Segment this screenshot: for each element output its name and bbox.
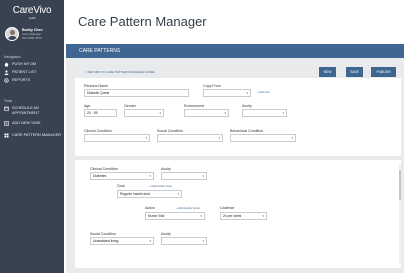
chevron-down-icon: ▾ <box>202 239 204 243</box>
copy-from-label: Copy From <box>203 84 221 88</box>
chevron-down-icon: ▾ <box>282 111 284 115</box>
nav-label: CARE PATTERN MANAGER <box>12 133 62 137</box>
chevron-down-icon: ▾ <box>145 136 147 140</box>
nav-label: REPORTS <box>12 78 31 82</box>
publish-button[interactable]: PUBLISH <box>371 67 396 77</box>
chevron-down-icon: ▾ <box>224 111 226 115</box>
logo-text: CareVivo <box>12 5 52 16</box>
pattern-social-label: Social Condition <box>90 232 116 236</box>
action-value: Nurse Visit <box>148 214 165 218</box>
behavioral-condition-label: Behavioral Condition <box>230 129 264 133</box>
nav-item-care-pattern-manager[interactable]: CARE PATTERN MANAGER <box>4 133 62 138</box>
chevron-down-icon: ▾ <box>159 111 161 115</box>
panel-title: CARE PATTERNS <box>79 48 121 54</box>
add-goal-link[interactable]: + Add Another Goal <box>149 185 172 188</box>
calendar-icon <box>4 106 9 111</box>
chevron-down-icon: ▾ <box>262 214 264 218</box>
chevron-down-icon: ▾ <box>200 214 202 218</box>
environment-label: Environment <box>184 104 205 108</box>
nav-label: PUSH MY DM <box>12 62 37 66</box>
pattern-acuity-select[interactable]: ▾ <box>161 172 207 180</box>
user-id: ID# 2385 4570 <box>22 36 42 40</box>
pattern-acuity2-select[interactable]: ▾ <box>161 237 207 245</box>
panel-header: CARE PATTERNS <box>66 44 404 58</box>
age-input[interactable]: 20 - 55 <box>84 109 117 117</box>
return-home-link[interactable]: < RETURN TO CARE PATTERN MANAGER HOME <box>85 70 154 74</box>
nav-heading: Navigation <box>4 55 21 59</box>
user-profile[interactable]: Bobby Chen Care Manager ID# 2385 4570 <box>5 27 61 43</box>
scrollbar-thumb[interactable] <box>399 170 401 200</box>
nav-item-reports[interactable]: REPORTS <box>4 78 62 83</box>
cadence-value: 2x per week <box>223 214 242 218</box>
pattern-acuity2-label: Acuity <box>161 232 171 236</box>
chevron-down-icon: ▾ <box>218 136 220 140</box>
cadence-select[interactable]: 2x per week ▾ <box>220 212 267 220</box>
persona-name-label: Persona Name <box>84 84 108 88</box>
pattern-social-select[interactable]: Unassisted living ▾ <box>90 237 154 245</box>
action-select[interactable]: Nurse Visit ▾ <box>145 212 205 220</box>
clinical-condition-select[interactable]: ▾ <box>84 134 150 142</box>
tools-heading: Tools <box>4 99 13 103</box>
nav-label: SCHEDULE AN APPOINTMENT <box>12 106 40 115</box>
goal-label: Goal <box>117 184 125 188</box>
page-title: Care Pattern Manager <box>78 14 207 29</box>
acuity-select[interactable]: ▾ <box>242 109 287 117</box>
gender-label: Gender <box>124 104 136 108</box>
pattern-social-value: Unassisted living <box>93 239 119 243</box>
behavioral-condition-select[interactable]: ▾ <box>230 134 296 142</box>
chevron-down-icon: ▾ <box>246 91 248 95</box>
nav-item-patient-list[interactable]: PATIENT LIST <box>4 70 62 75</box>
new-button[interactable]: NEW <box>319 67 336 77</box>
goal-select[interactable]: Regular Insulin shot ▾ <box>117 190 182 198</box>
pattern-clinical-label: Clinical Condition <box>90 167 118 171</box>
social-condition-select[interactable]: ▾ <box>157 134 223 142</box>
cadence-label: Cadence <box>220 206 235 210</box>
environment-select[interactable]: ▾ <box>184 109 229 117</box>
clinical-condition-label: Clinical Condition <box>84 129 112 133</box>
nav-label: ADD NEW TASK <box>12 121 41 125</box>
age-label: Age <box>84 104 91 108</box>
gear-icon <box>4 78 9 83</box>
avatar <box>5 27 19 41</box>
task-icon <box>4 121 9 126</box>
nav-item-schedule-appointment[interactable]: SCHEDULE AN APPOINTMENT <box>4 106 62 115</box>
acuity-label: Acuity <box>242 104 252 108</box>
app-logo[interactable]: CareVivo Health <box>0 5 64 21</box>
add-action-link[interactable]: + Add Another Action <box>176 207 200 210</box>
chevron-down-icon: ▾ <box>149 239 151 243</box>
social-condition-label: Social Condition <box>157 129 183 133</box>
grid-icon <box>4 133 9 138</box>
goal-value: Regular Insulin shot <box>120 192 150 196</box>
home-icon <box>4 62 9 67</box>
gender-select[interactable]: ▾ <box>124 109 164 117</box>
chevron-down-icon: ▾ <box>202 174 204 178</box>
save-button[interactable]: SAVE <box>346 67 363 77</box>
action-label: Action <box>145 206 155 210</box>
nav-label: PATIENT LIST <box>12 70 37 74</box>
chevron-down-icon: ▾ <box>149 174 151 178</box>
pattern-clinical-select[interactable]: Diabetes ▾ <box>90 172 154 180</box>
persona-name-input[interactable]: Diabetic Quest <box>84 89 189 97</box>
user-list-icon <box>4 70 9 75</box>
pattern-clinical-value: Diabetes <box>93 174 107 178</box>
chevron-down-icon: ▾ <box>177 192 179 196</box>
load-note-link[interactable]: Load note <box>258 91 270 94</box>
nav-item-push-my-dm[interactable]: PUSH MY DM <box>4 62 62 67</box>
logo-tagline: Health <box>28 16 36 20</box>
nav-item-add-new-task[interactable]: ADD NEW TASK <box>4 121 62 126</box>
sidebar: CareVivo Health Bobby Chen Care Manager … <box>0 0 64 273</box>
copy-from-select[interactable]: ▾ <box>203 89 251 97</box>
pattern-acuity-label: Acuity <box>161 167 171 171</box>
chevron-down-icon: ▾ <box>291 136 293 140</box>
